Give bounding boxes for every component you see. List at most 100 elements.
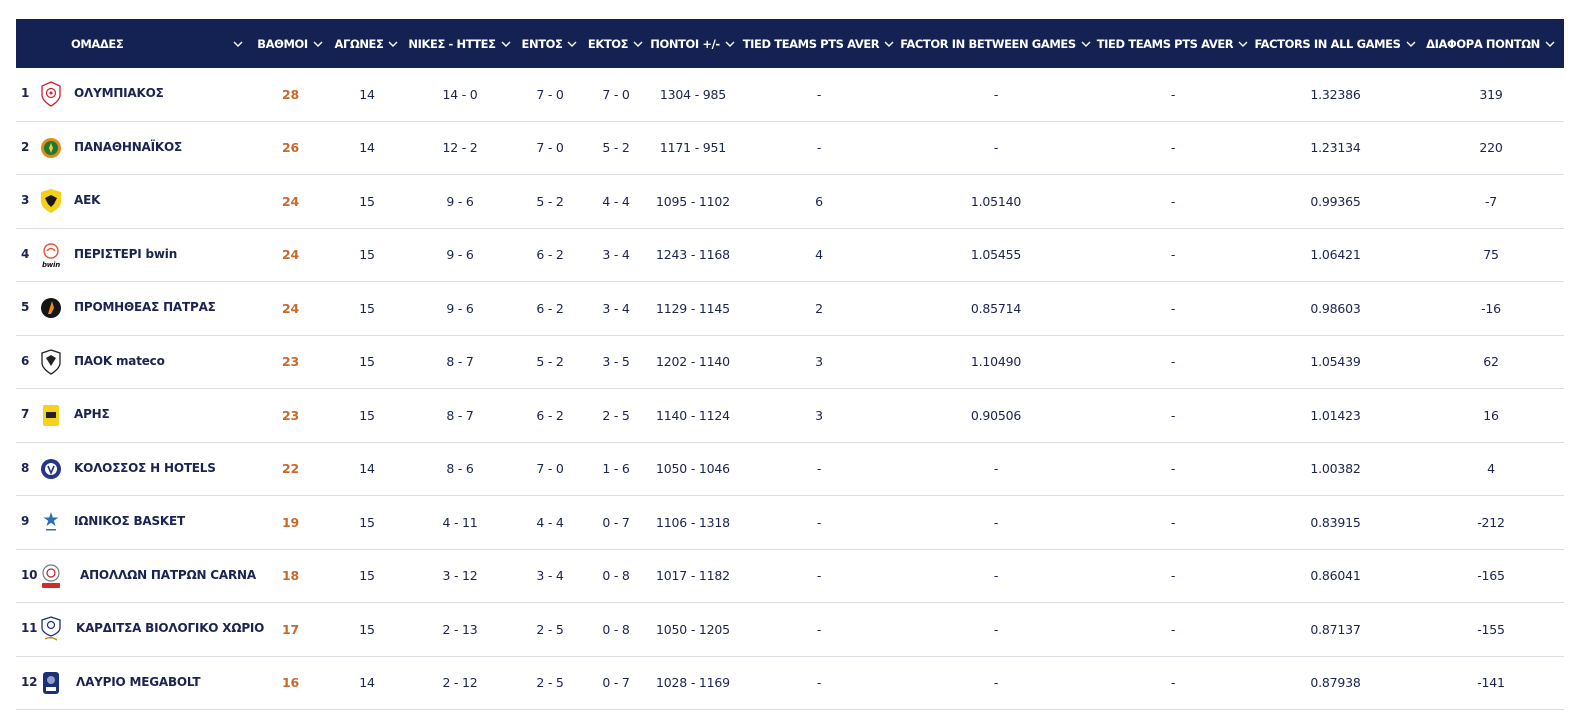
games-value: 14 bbox=[359, 86, 375, 102]
factors-all-value: 1.32386 bbox=[1310, 86, 1361, 102]
team-name[interactable]: ΙΩΝΙΚΟΣ BASKET bbox=[74, 514, 185, 528]
table-row[interactable]: 4 bwin ΠΕΡΙΣΤΕΡΙ bwin 24 15 9 - 6 6 - 2 3 - 4 12… bbox=[16, 229, 1564, 282]
wins-losses-value: 3 - 12 bbox=[442, 568, 478, 584]
factors-all-value: 1.05439 bbox=[1310, 354, 1361, 370]
sort-home-header[interactable]: ΕΝΤΟΣ bbox=[515, 19, 585, 68]
table-row[interactable]: 9 ΙΩΝΙΚΟΣ BASKET 19 15 4 - 11 4 - 4 0 - 7 1106 … bbox=[16, 496, 1564, 550]
points-for-against-value: 1106 - 1318 bbox=[656, 514, 730, 530]
team-cell[interactable]: 12 ΛΑΥΡΙΟ MEGABOLT bbox=[16, 657, 252, 710]
sort-diff-header[interactable]: ΔΙΑΦΟΡΑ ΠΟΝΤΩΝ bbox=[1418, 19, 1564, 68]
table-row[interactable]: 10 ΑΠΟΛΛΩΝ ΠΑΤΡΩΝ CARNA 18 15 3 - 12 3 - 4 0 -… bbox=[16, 550, 1564, 603]
diff-value: 220 bbox=[1479, 140, 1503, 156]
sort-wins-losses-header[interactable]: ΝΙΚΕΣ - ΗΤΤΕΣ bbox=[405, 19, 515, 68]
sort-away-header[interactable]: ΕΚΤΟΣ bbox=[585, 19, 647, 68]
sort-tied-pts-header[interactable]: TIED TEAMS PTS AVER bbox=[739, 19, 899, 68]
team-cell[interactable]: 9 ΙΩΝΙΚΟΣ BASKET bbox=[16, 496, 252, 549]
points-value: 23 bbox=[282, 407, 299, 423]
home-record-value: 4 - 4 bbox=[536, 514, 564, 530]
wins-losses-value: 8 - 6 bbox=[446, 461, 474, 477]
team-column-label: ΟΜΑΔΕΣ bbox=[71, 36, 124, 51]
wins-losses-value: 9 - 6 bbox=[446, 300, 474, 316]
home-record-value: 7 - 0 bbox=[536, 461, 564, 477]
team-cell[interactable]: 4 bwin ΠΕΡΙΣΤΕΡΙ bwin bbox=[16, 229, 252, 282]
home-record-value: 6 - 2 bbox=[536, 247, 564, 263]
team-name[interactable]: ΠΕΡΙΣΤΕΡΙ bwin bbox=[74, 247, 177, 261]
team-cell[interactable]: 8 ΚΟΛΟΣΣΟΣ Η HOTELS bbox=[16, 443, 252, 496]
team-cell[interactable]: 5 ΠΡΟΜΗΘΕΑΣ ΠΑΤΡΑΣ bbox=[16, 282, 252, 335]
factor-between-value: - bbox=[993, 621, 999, 637]
tied-pts-2-value: - bbox=[1170, 621, 1176, 637]
table-row[interactable]: 3 ΑΕΚ 24 15 9 - 6 5 - 2 4 - 4 1095 - 1102 6 1.051… bbox=[16, 175, 1564, 229]
team-cell[interactable]: 10 ΑΠΟΛΛΩΝ ΠΑΤΡΩΝ CARNA bbox=[16, 550, 256, 603]
team-name[interactable]: ΟΛΥΜΠΙΑΚΟΣ bbox=[74, 86, 164, 100]
table-row[interactable]: 7 ΑΡΗΣ 23 15 8 - 7 6 - 2 2 - 5 1140 - 1124 3 0.90… bbox=[16, 389, 1564, 443]
wins-losses-value: 8 - 7 bbox=[446, 407, 474, 423]
tied-pts-value: - bbox=[816, 461, 822, 477]
sort-points-for-against-header[interactable]: ΠΟΝΤΟΙ +/- bbox=[647, 19, 739, 68]
team-name[interactable]: ΠΡΟΜΗΘΕΑΣ ΠΑΤΡΑΣ bbox=[74, 300, 216, 314]
home-column-label: ΕΝΤΟΣ bbox=[521, 36, 563, 51]
points-for-against-value: 1202 - 1140 bbox=[656, 354, 730, 370]
team-cell[interactable]: 1 ΟΛΥΜΠΙΑΚΟΣ bbox=[16, 68, 252, 121]
tied-pts-2-value: - bbox=[1170, 461, 1176, 477]
wins-losses-column-label: ΝΙΚΕΣ - ΗΤΤΕΣ bbox=[408, 36, 496, 51]
position: 7 bbox=[21, 407, 30, 421]
factor-between-value: - bbox=[993, 86, 999, 102]
points-for-against-value: 1171 - 951 bbox=[659, 140, 727, 156]
kolossos-logo-icon bbox=[40, 456, 62, 482]
table-row[interactable]: 12 ΛΑΥΡΙΟ MEGABOLT 16 14 2 - 12 2 - 5 0 - 7 102… bbox=[16, 657, 1564, 710]
table-row[interactable]: 1 ΟΛΥΜΠΙΑΚΟΣ 28 14 14 - 0 7 - 0 7 - 0 1304 - 98… bbox=[16, 68, 1564, 122]
team-cell[interactable]: 2 ΠΑΝΑΘΗΝΑΪΚΟΣ bbox=[16, 122, 252, 175]
home-record-value: 6 - 2 bbox=[536, 407, 564, 423]
games-value: 15 bbox=[359, 514, 375, 530]
table-row[interactable]: 5 ΠΡΟΜΗΘΕΑΣ ΠΑΤΡΑΣ 24 15 9 - 6 6 - 2 3 - 4 1129… bbox=[16, 282, 1564, 336]
factor-between-value: 0.85714 bbox=[970, 300, 1022, 316]
team-cell[interactable]: 6 ΠΑΟΚ mateco bbox=[16, 336, 252, 389]
home-record-value: 5 - 2 bbox=[536, 354, 564, 370]
team-name[interactable]: ΠΑΝΑΘΗΝΑΪΚΟΣ bbox=[74, 140, 182, 154]
team-name[interactable]: ΑΡΗΣ bbox=[74, 407, 110, 421]
table-row[interactable]: 6 ΠΑΟΚ mateco 23 15 8 - 7 5 - 2 3 - 5 1202 - 11… bbox=[16, 336, 1564, 389]
diff-value: -7 bbox=[1484, 193, 1498, 209]
home-record-value: 7 - 0 bbox=[536, 140, 564, 156]
away-record-value: 4 - 4 bbox=[602, 193, 630, 209]
wins-losses-value: 2 - 12 bbox=[442, 675, 478, 691]
sort-tied-pts-2-header[interactable]: TIED TEAMS PTS AVER bbox=[1093, 19, 1253, 68]
team-name[interactable]: ΚΟΛΟΣΣΟΣ Η HOTELS bbox=[74, 461, 216, 475]
diff-value: 75 bbox=[1483, 247, 1499, 263]
away-record-value: 2 - 5 bbox=[602, 407, 630, 423]
factor-between-value: - bbox=[993, 514, 999, 530]
team-cell[interactable]: 3 ΑΕΚ bbox=[16, 175, 252, 228]
points-for-against-value: 1243 - 1168 bbox=[656, 247, 730, 263]
points-for-against-value: 1140 - 1124 bbox=[656, 407, 730, 423]
sort-games-header[interactable]: ΑΓΩΝΕΣ bbox=[329, 19, 405, 68]
factor-between-value: 1.05140 bbox=[970, 193, 1022, 209]
team-cell[interactable]: 7 ΑΡΗΣ bbox=[16, 389, 252, 442]
home-record-value: 6 - 2 bbox=[536, 300, 564, 316]
sort-team-header[interactable]: ΟΜΑΔΕΣ bbox=[16, 19, 252, 68]
sort-factor-between-header[interactable]: FACTOR IN BETWEEN GAMES bbox=[899, 19, 1093, 68]
factor-between-value: - bbox=[993, 568, 999, 584]
team-name[interactable]: ΑΕΚ bbox=[74, 193, 100, 207]
tied-pts-2-column-label: TIED TEAMS PTS AVER bbox=[1096, 36, 1234, 51]
table-row[interactable]: 11 ΚΑΡΔΙΤΣΑ ΒΙΟΛΟΓΙΚΟ ΧΩΡΙΟ 17 15 2 - 13 2 - … bbox=[16, 603, 1564, 657]
tied-pts-2-value: - bbox=[1170, 86, 1176, 102]
tied-pts-2-value: - bbox=[1170, 675, 1176, 691]
tied-pts-2-value: - bbox=[1170, 140, 1176, 156]
points-value: 16 bbox=[282, 675, 299, 691]
team-cell[interactable]: 11 ΚΑΡΔΙΤΣΑ ΒΙΟΛΟΓΙΚΟ ΧΩΡΙΟ bbox=[16, 603, 264, 656]
team-name[interactable]: ΠΑΟΚ mateco bbox=[74, 354, 165, 368]
wins-losses-value: 8 - 7 bbox=[446, 354, 474, 370]
team-name[interactable]: ΑΠΟΛΛΩΝ ΠΑΤΡΩΝ CARNA bbox=[80, 568, 256, 582]
games-value: 15 bbox=[359, 568, 375, 584]
sort-factors-all-header[interactable]: FACTORS IN ALL GAMES bbox=[1253, 19, 1418, 68]
chevron-down-icon bbox=[500, 38, 512, 50]
team-name[interactable]: ΛΑΥΡΙΟ MEGABOLT bbox=[76, 675, 201, 689]
points-for-against-column-label: ΠΟΝΤΟΙ +/- bbox=[650, 36, 720, 51]
team-name[interactable]: ΚΑΡΔΙΤΣΑ ΒΙΟΛΟΓΙΚΟ ΧΩΡΙΟ bbox=[76, 621, 264, 635]
table-row[interactable]: 2 ΠΑΝΑΘΗΝΑΪΚΟΣ 26 14 12 - 2 7 - 0 5 - 2 1171 - … bbox=[16, 122, 1564, 175]
table-row[interactable]: 8 ΚΟΛΟΣΣΟΣ Η HOTELS 22 14 8 - 6 7 - 0 1 - 6 105… bbox=[16, 443, 1564, 496]
position: 9 bbox=[21, 514, 30, 528]
sort-points-header[interactable]: ΒΑΘΜΟΙ bbox=[252, 19, 329, 68]
factors-all-value: 0.99365 bbox=[1310, 193, 1361, 209]
